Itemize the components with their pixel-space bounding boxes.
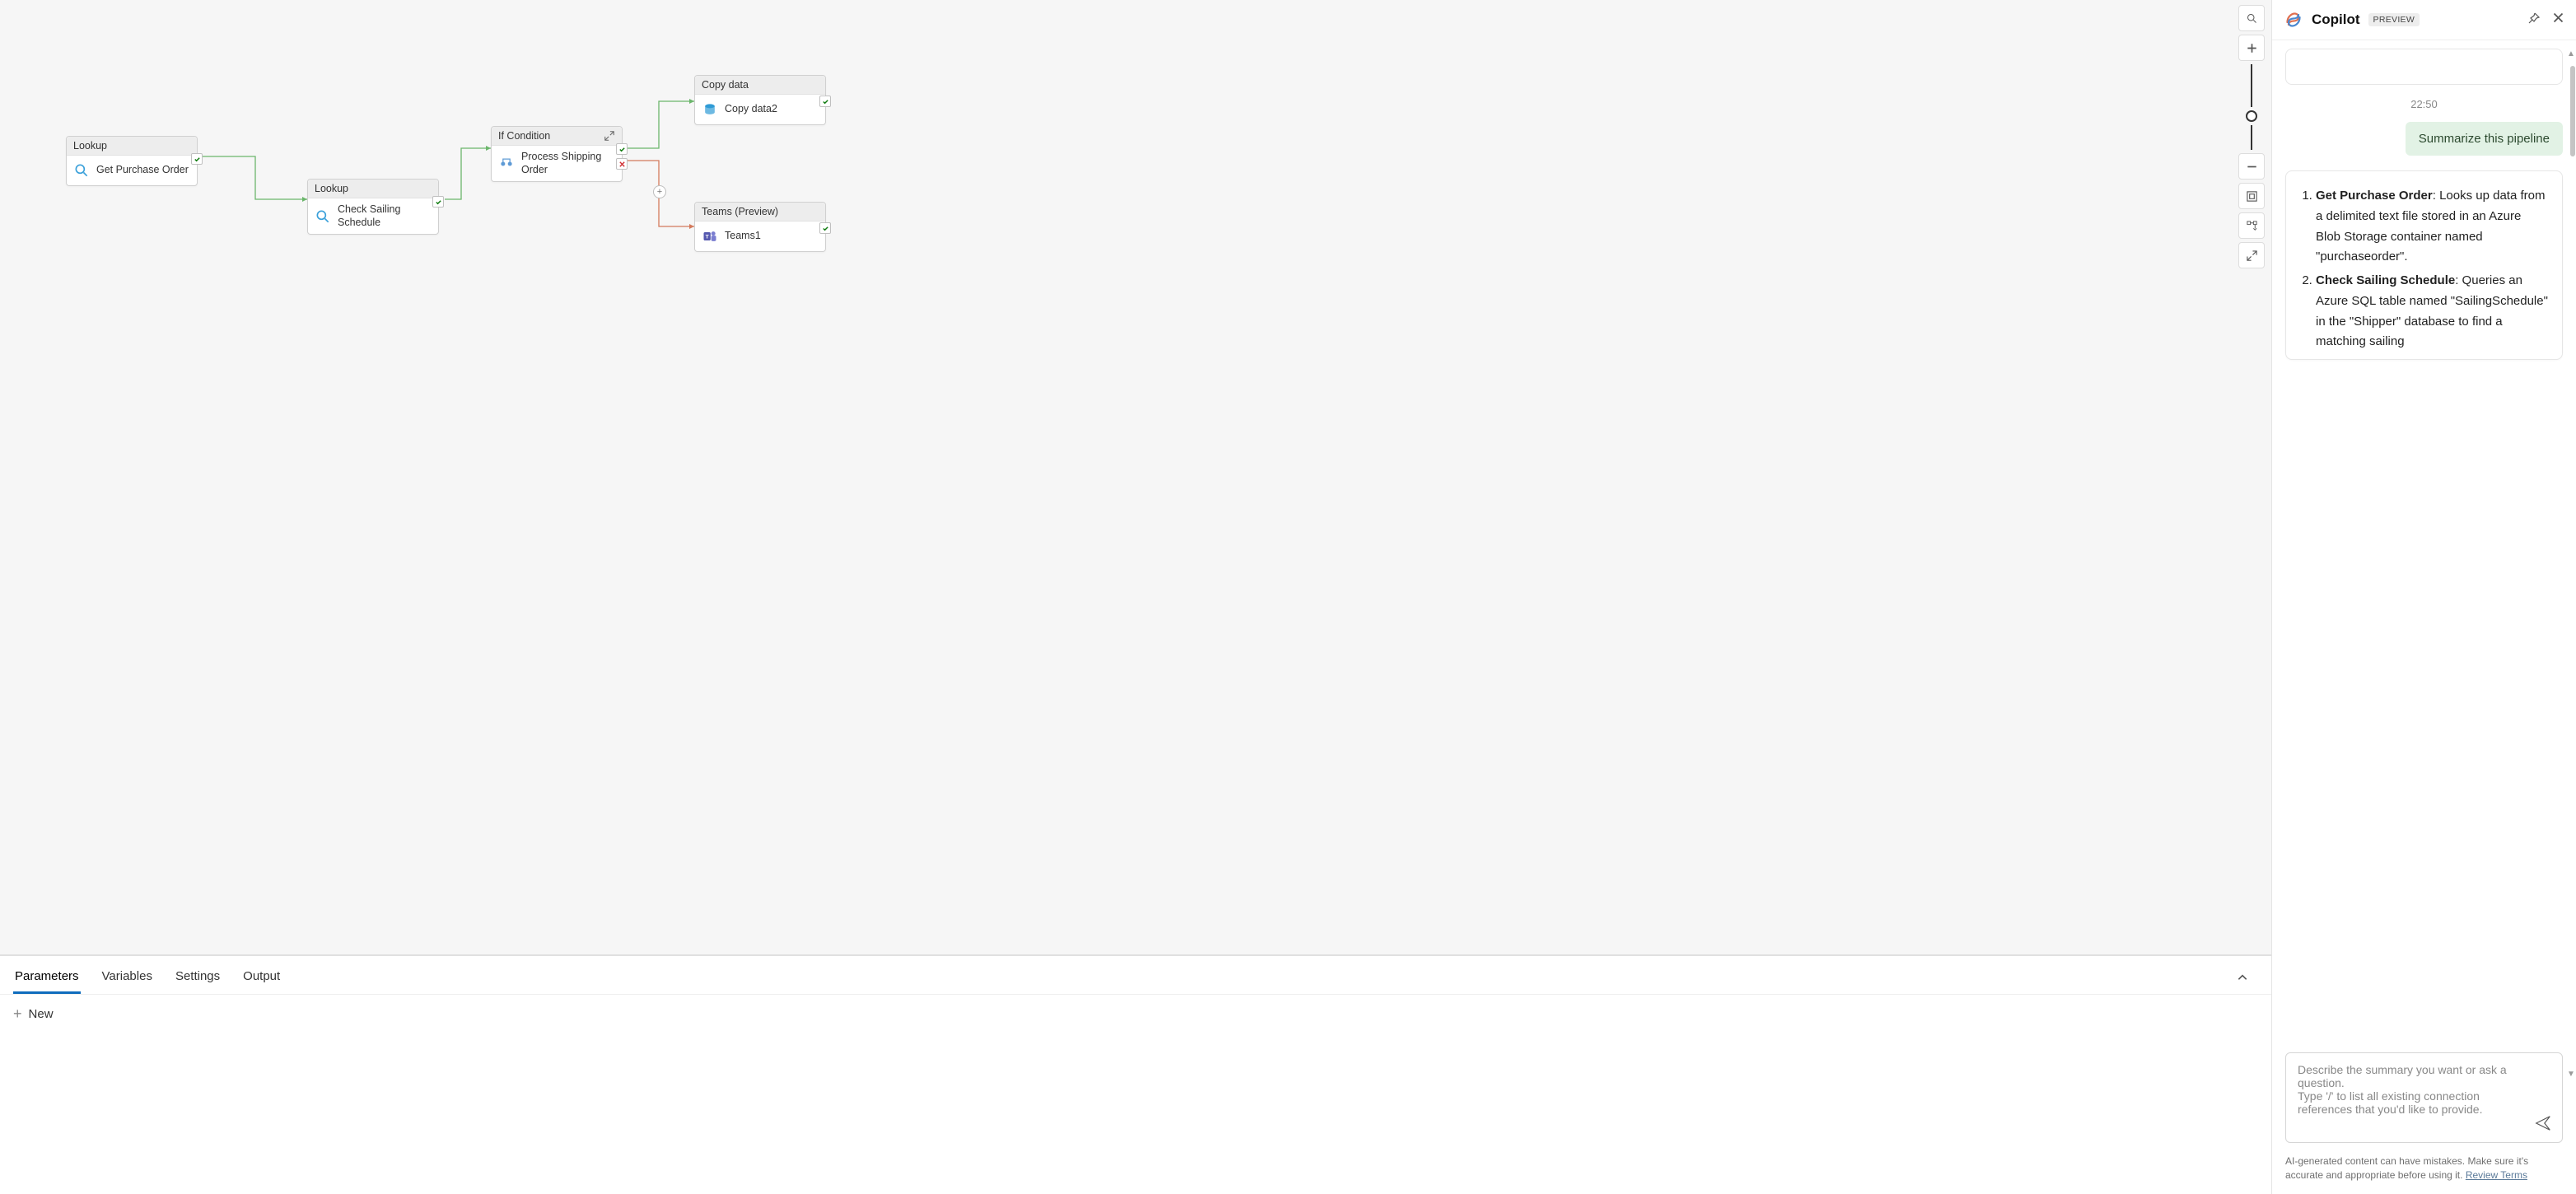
summary-item-2: Check Sailing Schedule: Queries an Azure…	[2316, 271, 2549, 352]
activity-type-label: Teams (Preview)	[695, 203, 825, 222]
user-message: Summarize this pipeline	[2406, 122, 2563, 156]
activity-name: Process Shipping Order	[521, 151, 615, 176]
failure-output-handle[interactable]	[616, 158, 628, 170]
success-output-handle[interactable]	[191, 153, 203, 165]
lookup-icon	[73, 162, 90, 179]
pin-button[interactable]	[2527, 12, 2541, 29]
plus-icon: +	[13, 1006, 22, 1021]
tab-settings[interactable]: Settings	[174, 964, 222, 994]
search-button[interactable]	[2238, 5, 2265, 31]
message-timestamp: 22:50	[2285, 98, 2563, 110]
assistant-message: Get Purchase Order: Looks up data from a…	[2285, 170, 2563, 360]
activity-name: Teams1	[725, 230, 761, 243]
copy-data-icon	[702, 101, 718, 118]
activity-lookup-check-sailing-schedule[interactable]: Lookup Check Sailing Schedule	[307, 179, 439, 235]
activity-copy-data2[interactable]: Copy data Copy data2	[694, 75, 826, 125]
success-output-handle[interactable]	[616, 143, 628, 155]
teams-icon: T	[702, 228, 718, 245]
copilot-conversation[interactable]: 22:50 Summarize this pipeline Get Purcha…	[2272, 40, 2576, 1044]
activity-if-condition-process-shipping-order[interactable]: If Condition Process Shipping Order	[491, 126, 623, 182]
input-placeholder-line1: Describe the summary you want or ask a q…	[2298, 1063, 2529, 1089]
success-output-handle[interactable]	[819, 96, 831, 107]
activity-type-label: Copy data	[695, 76, 825, 95]
new-parameter-button[interactable]: + New	[13, 1006, 54, 1021]
copilot-title: Copilot	[2312, 12, 2360, 28]
fullscreen-button[interactable]	[2238, 242, 2265, 268]
send-button[interactable]	[2534, 1114, 2554, 1134]
copilot-panel: Copilot PREVIEW 22:50 Summarize this pip…	[2271, 0, 2576, 1194]
scrollbar[interactable]: ▲ ▼	[2566, 49, 2576, 1079]
tab-parameters[interactable]: Parameters	[13, 964, 81, 994]
review-terms-link[interactable]: Review Terms	[2466, 1169, 2527, 1181]
pin-icon	[2527, 12, 2541, 25]
fullscreen-icon	[2246, 250, 2258, 262]
pipeline-canvas[interactable]: Lookup Get Purchase Order Lookup Check S…	[0, 0, 2271, 955]
activity-name: Copy data2	[725, 103, 777, 116]
search-icon	[2246, 12, 2258, 25]
activity-lookup-get-purchase-order[interactable]: Lookup Get Purchase Order	[66, 136, 198, 186]
add-activity-button[interactable]: +	[653, 185, 666, 198]
preview-badge: PREVIEW	[2368, 13, 2420, 26]
success-output-handle[interactable]	[432, 196, 444, 208]
fit-icon	[2246, 190, 2258, 203]
collapse-panel-button[interactable]	[2237, 972, 2258, 987]
auto-align-button[interactable]	[2238, 212, 2265, 239]
expand-icon[interactable]	[604, 130, 615, 142]
copilot-input[interactable]: Describe the summary you want or ask a q…	[2285, 1052, 2563, 1143]
zoom-slider[interactable]	[2238, 35, 2265, 180]
activity-type-label: Lookup	[67, 137, 197, 156]
zoom-out-button[interactable]	[2238, 153, 2265, 180]
activity-type-label: If Condition	[492, 127, 622, 146]
close-button[interactable]	[2552, 12, 2564, 28]
previous-message-card	[2285, 49, 2563, 85]
tab-output[interactable]: Output	[241, 964, 282, 994]
scrollbar-thumb[interactable]	[2570, 66, 2575, 156]
summary-item-1: Get Purchase Order: Looks up data from a…	[2316, 186, 2549, 268]
align-icon	[2246, 220, 2258, 232]
activity-type-label: Lookup	[308, 180, 438, 198]
canvas-toolbar	[2238, 0, 2265, 268]
input-placeholder-line2: Type '/' to list all existing connection…	[2298, 1089, 2529, 1116]
activity-name: Get Purchase Order	[96, 164, 189, 177]
copilot-header: Copilot PREVIEW	[2272, 0, 2576, 40]
condition-icon	[498, 156, 515, 172]
fit-to-screen-button[interactable]	[2238, 183, 2265, 209]
tab-variables[interactable]: Variables	[100, 964, 154, 994]
activity-name: Check Sailing Schedule	[338, 203, 432, 229]
copilot-disclaimer: AI-generated content can have mistakes. …	[2272, 1148, 2576, 1194]
send-icon	[2534, 1114, 2552, 1132]
close-icon	[2552, 12, 2564, 24]
success-output-handle[interactable]	[819, 222, 831, 234]
scroll-down-icon: ▼	[2567, 1070, 2575, 1079]
zoom-in-button[interactable]	[2238, 35, 2265, 61]
pipeline-designer: Lookup Get Purchase Order Lookup Check S…	[0, 0, 2271, 1194]
copilot-logo-icon	[2284, 10, 2303, 30]
connectors-layer	[0, 0, 2271, 954]
new-label: New	[29, 1007, 54, 1021]
zoom-handle[interactable]	[2246, 110, 2257, 122]
properties-panel: Parameters Variables Settings Output + N…	[0, 955, 2271, 1194]
svg-text:T: T	[706, 235, 709, 240]
lookup-icon	[315, 208, 331, 225]
chevron-up-icon	[2237, 972, 2248, 983]
scroll-up-icon: ▲	[2567, 49, 2575, 58]
activity-teams1[interactable]: Teams (Preview) T Teams1	[694, 202, 826, 252]
properties-tabs: Parameters Variables Settings Output	[0, 956, 2271, 995]
